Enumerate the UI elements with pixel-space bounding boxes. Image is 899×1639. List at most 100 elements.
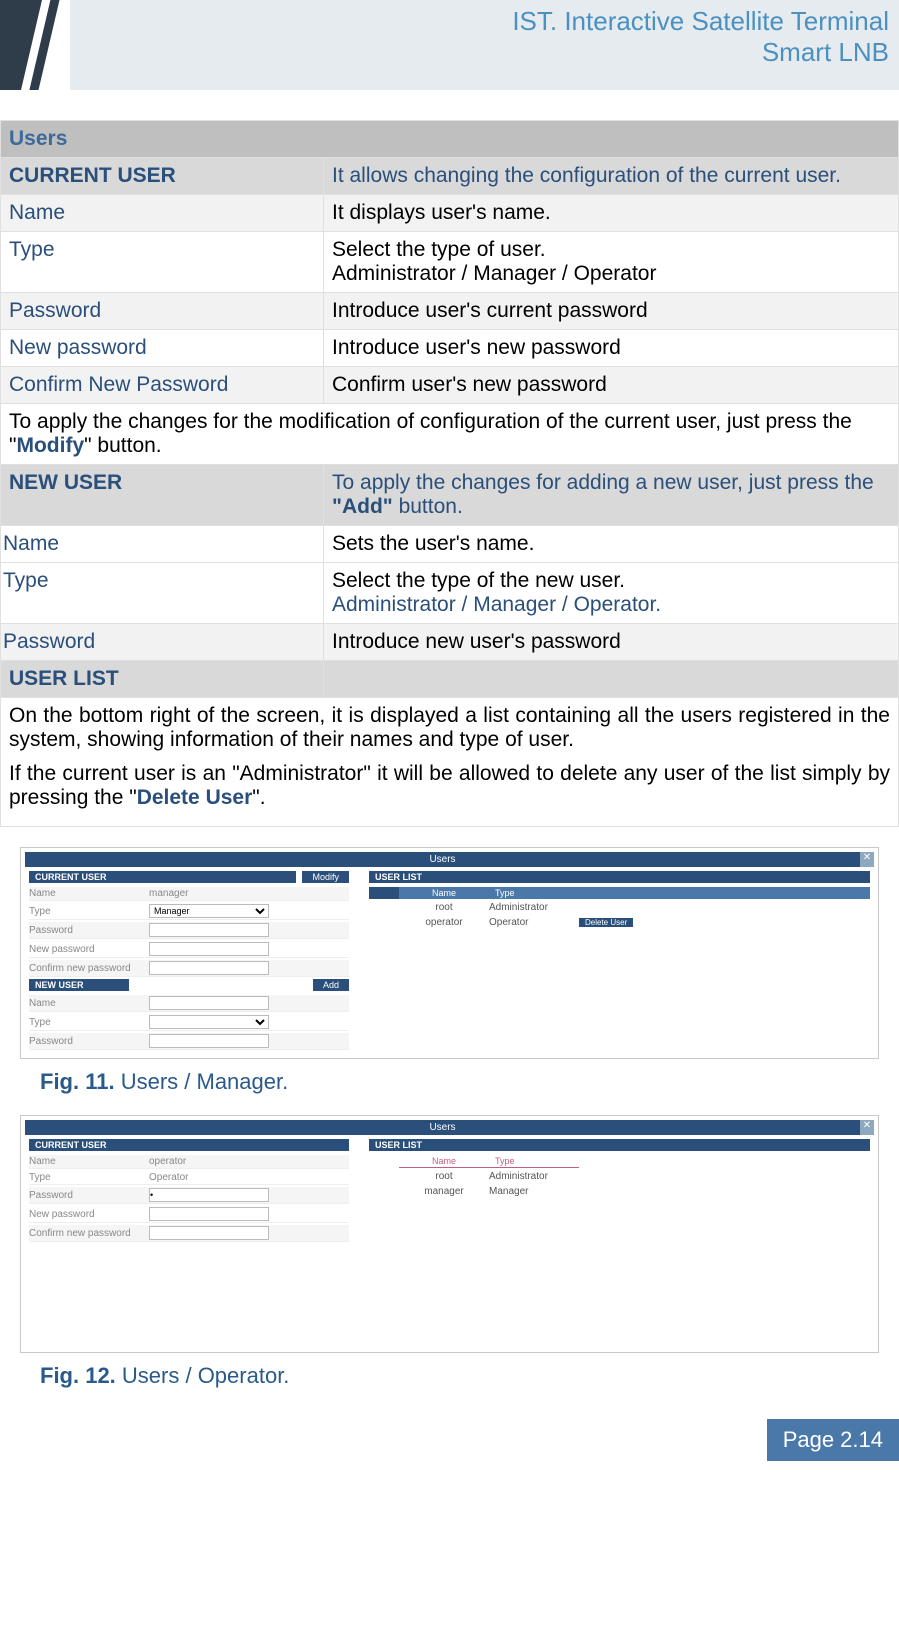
fig11-sec-current: CURRENT USER xyxy=(29,871,296,883)
nu-type-desc-1: Select the type of the new user. xyxy=(332,569,625,592)
newuser-desc-pre: To apply the changes for adding a new us… xyxy=(332,471,874,494)
note-post: " button. xyxy=(84,434,162,457)
fig12-confpwd-input[interactable] xyxy=(149,1226,269,1240)
fig11-lbl-confpwd: Confirm new password xyxy=(29,963,149,974)
nu-name-desc: Sets the user's name. xyxy=(324,526,899,563)
section-user-list: USER LIST xyxy=(1,661,324,698)
fig11-lbl-name: Name xyxy=(29,888,149,899)
section-user-list-blank xyxy=(324,661,899,698)
page-footer: Page 2.14 xyxy=(0,1419,899,1461)
fig12-list-h-name[interactable]: Name xyxy=(399,1155,489,1168)
nu-pwd-desc: Introduce new user's password xyxy=(324,624,899,661)
close-icon[interactable]: ✕ xyxy=(860,1120,874,1135)
fig11-nu-lbl-type: Type xyxy=(29,1017,149,1028)
fig11-val-name: manager xyxy=(149,888,188,899)
fig12-val-type: Operator xyxy=(149,1172,188,1183)
fig12-val-name: operator xyxy=(149,1156,186,1167)
fig12-ui: Users ✕ CURRENT USER Nameoperator TypeOp… xyxy=(25,1120,874,1348)
fig12-pwd-input[interactable] xyxy=(149,1188,269,1202)
fig11-newpwd-input[interactable] xyxy=(149,942,269,956)
fig11-sec-list: USER LIST xyxy=(369,871,870,883)
field-type-desc-2: Administrator / Manager / Operator xyxy=(332,262,656,285)
fig11-nu-lbl-name: Name xyxy=(29,998,149,1009)
delete-user-button[interactable]: Delete User xyxy=(579,918,633,927)
nu-name-label: Name xyxy=(1,526,324,563)
nu-pwd-label: Password xyxy=(1,624,324,661)
fig12-lbl-confpwd: Confirm new password xyxy=(29,1228,149,1239)
field-confpwd-desc: Confirm user's new password xyxy=(324,367,899,404)
fig11-type-select[interactable]: Manager xyxy=(149,904,269,918)
field-newpwd-desc: Introduce user's new password xyxy=(324,330,899,367)
fig12-cap: Users / Operator. xyxy=(116,1363,290,1388)
fig11-confpwd-input[interactable] xyxy=(149,961,269,975)
nu-type-desc-2: Administrator / Manager / Operator. xyxy=(332,593,661,616)
fig11-titlebar: Users xyxy=(25,852,860,867)
figure-12-frame: Users ✕ CURRENT USER Nameoperator TypeOp… xyxy=(20,1115,879,1353)
fig12-lbl-type: Type xyxy=(29,1172,149,1183)
fig12-titlebar: Users xyxy=(25,1120,860,1135)
list-item: root Administrator xyxy=(399,1170,870,1183)
figure-12: Users ✕ CURRENT USER Nameoperator TypeOp… xyxy=(0,1115,899,1389)
fig12-r0-type: Administrator xyxy=(489,1171,579,1182)
field-name-label: Name xyxy=(1,195,324,232)
user-list-note: On the bottom right of the screen, it is… xyxy=(1,698,899,827)
fig11-sec-new: NEW USER xyxy=(29,979,129,991)
fig12-num: Fig. 12. xyxy=(40,1363,116,1388)
figure-11-caption: Fig. 11. Users / Manager. xyxy=(20,1059,879,1095)
header-titles: IST. Interactive Satellite Terminal Smar… xyxy=(70,0,899,90)
fig12-lbl-newpwd: New password xyxy=(29,1209,149,1220)
fig11-pwd-input[interactable] xyxy=(149,923,269,937)
fig12-r1-name: manager xyxy=(399,1186,489,1197)
figure-11: Users ✕ CURRENT USER Modify Namemanager … xyxy=(0,847,899,1095)
header-line-2: Smart LNB xyxy=(70,37,889,68)
fig11-nu-lbl-pwd: Password xyxy=(29,1036,149,1047)
field-type-label: Type xyxy=(1,232,324,293)
fig12-lbl-name: Name xyxy=(29,1156,149,1167)
nu-type-label: Type xyxy=(1,563,324,624)
field-name-desc: It displays user's name. xyxy=(324,195,899,232)
fig11-nu-pwd-input[interactable] xyxy=(149,1034,269,1048)
fig11-cap: Users / Manager. xyxy=(115,1069,289,1094)
fig11-lbl-newpwd: New password xyxy=(29,944,149,955)
modify-button[interactable]: Modify xyxy=(302,871,349,883)
page-number: Page 2.14 xyxy=(767,1419,899,1461)
definitions-table: Users CURRENT USER It allows changing th… xyxy=(0,120,899,827)
section-current-user-desc: It allows changing the configuration of … xyxy=(324,158,899,195)
field-type-desc: Select the type of user. Administrator /… xyxy=(324,232,899,293)
fig11-list-h-type[interactable]: Type xyxy=(489,887,579,899)
brand-slash-icon xyxy=(0,0,70,90)
fig12-newpwd-input[interactable] xyxy=(149,1207,269,1221)
fig11-r1-type: Operator xyxy=(489,917,579,928)
delete-user-keyword: Delete User xyxy=(137,786,253,809)
header-line-1: IST. Interactive Satellite Terminal xyxy=(70,6,889,37)
fig11-r0-type: Administrator xyxy=(489,902,579,913)
close-icon[interactable]: ✕ xyxy=(860,852,874,867)
section-new-user: NEW USER xyxy=(1,465,324,526)
add-button[interactable]: Add xyxy=(313,979,349,991)
fig11-nu-name-input[interactable] xyxy=(149,996,269,1010)
fig12-list-h-type[interactable]: Type xyxy=(489,1155,579,1168)
add-keyword: "Add" xyxy=(332,495,393,518)
field-type-desc-1: Select the type of user. xyxy=(332,238,546,261)
field-password-label: Password xyxy=(1,293,324,330)
fig11-list-h-name[interactable]: Name xyxy=(399,887,489,899)
fig12-lbl-pwd: Password xyxy=(29,1190,149,1201)
fig12-r1-type: Manager xyxy=(489,1186,579,1197)
fig11-num: Fig. 11. xyxy=(40,1069,115,1094)
user-list-p1: On the bottom right of the screen, it is… xyxy=(9,704,890,752)
list-item: operator Operator Delete User xyxy=(399,916,870,929)
table-title: Users xyxy=(1,121,899,158)
fig11-ui: Users ✕ CURRENT USER Modify Namemanager … xyxy=(25,852,874,1054)
fig12-r0-name: root xyxy=(399,1171,489,1182)
field-password-desc: Introduce user's current password xyxy=(324,293,899,330)
fig12-sec-current: CURRENT USER xyxy=(29,1139,349,1151)
section-new-user-desc: To apply the changes for adding a new us… xyxy=(324,465,899,526)
page-header: IST. Interactive Satellite Terminal Smar… xyxy=(0,0,899,90)
fig11-lbl-pwd: Password xyxy=(29,925,149,936)
fig11-nu-type-select[interactable] xyxy=(149,1015,269,1029)
field-confpwd-label: Confirm New Password xyxy=(1,367,324,404)
fig12-sec-list: USER LIST xyxy=(369,1139,870,1151)
figure-12-caption: Fig. 12. Users / Operator. xyxy=(20,1353,879,1389)
fig11-lbl-type: Type xyxy=(29,906,149,917)
current-user-note: To apply the changes for the modificatio… xyxy=(1,404,899,465)
